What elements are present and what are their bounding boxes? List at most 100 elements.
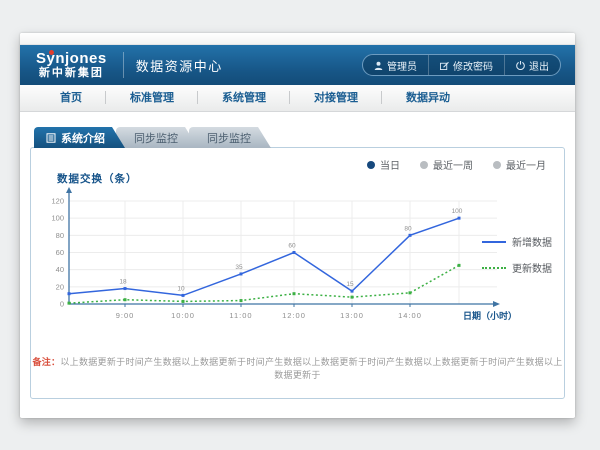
nav-item-home[interactable]: 首页 xyxy=(36,85,106,111)
data-point xyxy=(351,290,354,293)
data-point xyxy=(458,264,461,267)
y-tick-label: 40 xyxy=(56,265,64,274)
legend-label: 新增数据 xyxy=(512,234,552,249)
data-point xyxy=(68,302,71,305)
chart-svg: 0 20 40 60 80 100 120 9:00 10:00 11:00 12:00 13:00 1… xyxy=(47,186,537,348)
nav-item-interface-mgmt[interactable]: 对接管理 xyxy=(290,85,382,111)
data-point xyxy=(182,300,185,303)
radio-dot xyxy=(493,161,501,169)
data-point xyxy=(68,292,71,295)
data-label: 100 xyxy=(452,208,463,215)
legend-line-solid xyxy=(482,241,506,243)
y-tick-label: 80 xyxy=(56,231,64,240)
tab-label: 同步监控 xyxy=(207,130,251,146)
data-label: 18 xyxy=(119,279,127,286)
data-label: 35 xyxy=(235,264,243,271)
chart-panel: 当日 最近一周 最近一月 数据交换（条） 0 20 40 60 80 100 120 9:00… xyxy=(30,147,565,399)
y-axis-arrow xyxy=(66,187,72,193)
legend-label: 更新数据 xyxy=(512,260,552,275)
tab-label: 系统介绍 xyxy=(61,130,105,146)
x-tick-label: 13:00 xyxy=(340,311,364,320)
data-point xyxy=(293,251,296,254)
radio-label: 最近一月 xyxy=(506,157,546,172)
radio-dot xyxy=(420,161,428,169)
logo-subtext: 新中新集团 xyxy=(36,68,107,79)
content-area: 系统介绍 同步监控 同步监控 当日 最近一周 xyxy=(20,112,575,417)
remark-note: 备注：以上数据更新于时间产生数据以上数据更新于时间产生数据以上数据更新于时间产生… xyxy=(31,355,564,381)
series-line-1 xyxy=(69,265,459,303)
y-tick-label: 0 xyxy=(60,300,64,309)
tab-system-intro[interactable]: 系统介绍 xyxy=(34,127,125,148)
nav-item-system-mgmt[interactable]: 系统管理 xyxy=(198,85,290,111)
app-title: 数据资源中心 xyxy=(136,56,223,75)
data-point xyxy=(409,234,412,237)
logo-red-dot-icon xyxy=(49,50,54,55)
tab-sync-monitor-1[interactable]: 同步监控 xyxy=(116,127,198,148)
radio-label: 当日 xyxy=(380,157,400,172)
data-point xyxy=(409,291,412,294)
logout-button[interactable]: 退出 xyxy=(504,55,560,75)
time-range-filter: 当日 最近一周 最近一月 xyxy=(367,157,546,172)
data-point xyxy=(240,299,243,302)
app-window: Synjones 新中新集团 数据资源中心 管理员 修改密码 xyxy=(20,33,575,418)
data-label: 60 xyxy=(288,243,296,250)
document-icon xyxy=(46,133,56,143)
series-legend: 新增数据 更新数据 xyxy=(482,234,552,286)
nav-item-standard-mgmt[interactable]: 标准管理 xyxy=(106,85,198,111)
data-point xyxy=(240,272,243,275)
radio-option-today[interactable]: 当日 xyxy=(367,157,400,172)
window-title-strip xyxy=(20,33,575,45)
user-button[interactable]: 管理员 xyxy=(363,55,428,75)
user-icon xyxy=(374,61,383,70)
radio-option-last-week[interactable]: 最近一周 xyxy=(420,157,473,172)
logo-text: Synjones xyxy=(36,51,107,66)
tab-label: 同步监控 xyxy=(134,130,178,146)
change-password-button[interactable]: 修改密码 xyxy=(428,55,504,75)
radio-option-last-month[interactable]: 最近一月 xyxy=(493,157,546,172)
power-icon xyxy=(516,61,525,70)
logout-label: 退出 xyxy=(529,58,549,73)
header-divider xyxy=(123,52,124,78)
edit-icon xyxy=(440,61,449,70)
x-axis-title: 日期（小时） xyxy=(463,310,517,321)
y-tick-label: 60 xyxy=(56,248,64,257)
x-tick-label: 12:00 xyxy=(282,311,306,320)
change-password-label: 修改密码 xyxy=(453,58,493,73)
y-tick-label: 100 xyxy=(51,214,64,223)
y-tick-label: 120 xyxy=(51,197,64,206)
desktop: { "header": { "logo_text": "Synjones", "… xyxy=(0,0,600,450)
data-label: 10 xyxy=(177,285,185,292)
data-point xyxy=(182,294,185,297)
series-line-0 xyxy=(69,218,459,295)
main-nav: 首页 标准管理 系统管理 对接管理 数据异动 xyxy=(20,85,575,112)
tab-bar: 系统介绍 同步监控 同步监控 xyxy=(34,127,271,148)
data-label: 80 xyxy=(404,225,412,232)
app-logo: Synjones 新中新集团 xyxy=(32,51,111,79)
data-point xyxy=(458,217,461,220)
radio-label: 最近一周 xyxy=(433,157,473,172)
legend-update-data: 更新数据 xyxy=(482,260,552,275)
user-menu: 管理员 修改密码 退出 xyxy=(362,54,561,76)
x-tick-label: 10:00 xyxy=(171,311,195,320)
data-point xyxy=(124,287,127,290)
data-point xyxy=(124,298,127,301)
tab-sync-monitor-2[interactable]: 同步监控 xyxy=(189,127,271,148)
data-point xyxy=(293,292,296,295)
y-axis-title: 数据交换（条） xyxy=(57,171,138,186)
data-label: 15 xyxy=(346,281,354,288)
radio-dot-selected xyxy=(367,161,375,169)
user-label: 管理员 xyxy=(387,58,417,73)
x-axis-arrow xyxy=(493,301,500,307)
line-chart: 0 20 40 60 80 100 120 9:00 10:00 11:00 12:00 13:00 1… xyxy=(47,186,537,348)
x-tick-label: 9:00 xyxy=(116,311,135,320)
x-tick-label: 11:00 xyxy=(229,311,252,320)
legend-new-data: 新增数据 xyxy=(482,234,552,249)
legend-line-dotted xyxy=(482,267,506,269)
remark-prefix: 备注： xyxy=(32,357,60,367)
y-tick-label: 20 xyxy=(56,282,64,291)
remark-text: 以上数据更新于时间产生数据以上数据更新于时间产生数据以上数据更新于时间产生数据以… xyxy=(60,357,562,380)
nav-item-data-change[interactable]: 数据异动 xyxy=(382,85,474,111)
x-tick-label: 14:00 xyxy=(398,311,422,320)
app-header: Synjones 新中新集团 数据资源中心 管理员 修改密码 xyxy=(20,45,575,85)
data-point xyxy=(351,296,354,299)
